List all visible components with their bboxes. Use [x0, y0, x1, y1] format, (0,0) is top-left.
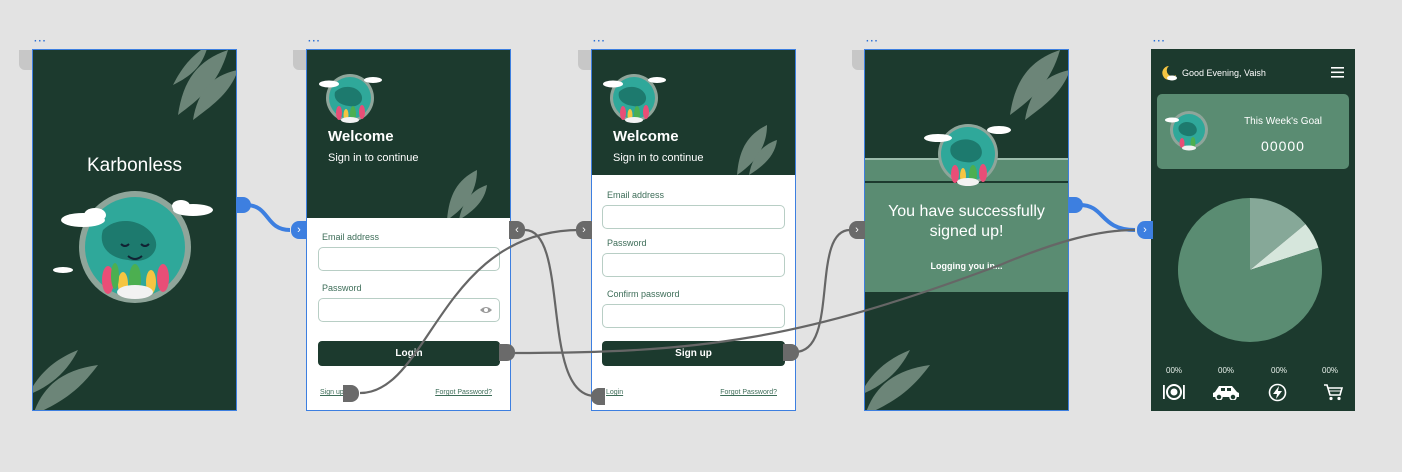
login-link[interactable]: Login: [606, 389, 623, 396]
connection-handle[interactable]: [1069, 197, 1083, 213]
food-icon[interactable]: [1162, 383, 1186, 401]
frame-tab: [578, 50, 592, 70]
energy-icon[interactable]: [1268, 383, 1287, 402]
confirm-password-field[interactable]: [602, 304, 785, 328]
connection-arrow[interactable]: ›: [291, 221, 307, 239]
connection-handle[interactable]: [783, 344, 799, 361]
welcome-subtitle: Sign in to continue: [613, 152, 704, 164]
moon-icon: [1162, 66, 1177, 81]
frame-handle[interactable]: ···: [1153, 37, 1166, 47]
leaf-decoration-icon: [33, 350, 98, 410]
frame-tab: [19, 50, 33, 70]
login-button[interactable]: Login: [318, 341, 500, 366]
leaf-decoration-icon: [865, 350, 930, 410]
connection-arrow[interactable]: ‹: [509, 221, 525, 239]
connection-handle[interactable]: [237, 197, 251, 213]
success-message: You have successfully signed up!: [888, 203, 1045, 240]
email-label: Email address: [322, 232, 380, 242]
connection-arrow[interactable]: ›: [849, 221, 865, 239]
welcome-title: Welcome: [613, 128, 679, 145]
signup-screen[interactable]: Welcome Sign in to continue Email addres…: [591, 49, 796, 411]
login-screen[interactable]: Welcome Sign in to continue Email addres…: [306, 49, 511, 411]
password-label: Password: [322, 283, 362, 293]
leaf-decoration-icon: [173, 50, 236, 120]
earth-logo-icon: [1165, 111, 1208, 151]
emissions-pie-chart: [1178, 198, 1322, 342]
connection-handle[interactable]: [499, 344, 515, 361]
category-percent-shopping: 00%: [1322, 366, 1339, 375]
earth-logo-icon: [924, 124, 1011, 186]
welcome-subtitle: Sign in to continue: [328, 152, 419, 164]
leaf-decoration-icon: [447, 170, 487, 220]
splash-screen[interactable]: Karbonless: [32, 49, 237, 411]
password-field[interactable]: [318, 298, 500, 322]
connection-handle[interactable]: [591, 388, 605, 405]
connection-handle[interactable]: [343, 385, 359, 402]
connection-arrow[interactable]: ›: [1137, 221, 1153, 239]
welcome-title: Welcome: [328, 128, 394, 145]
login-card: Email address Password Login Sign up For…: [307, 218, 510, 410]
greeting-text: Good Evening, Vaish: [1182, 68, 1266, 78]
forgot-password-link[interactable]: Forgot Password?: [435, 389, 492, 396]
goal-value: 00000: [1261, 138, 1305, 154]
category-percent-energy: 00%: [1271, 366, 1288, 375]
car-icon[interactable]: [1212, 384, 1240, 400]
success-screen[interactable]: You have successfully signed up! Logging…: [864, 49, 1069, 411]
earth-logo-icon: [53, 191, 213, 303]
frame-handle[interactable]: ···: [34, 37, 47, 47]
password-field[interactable]: [602, 253, 785, 277]
earth-logo-icon: [603, 74, 666, 123]
frame-handle[interactable]: ···: [593, 37, 606, 47]
signup-card: Email address Password Confirm password …: [592, 175, 795, 410]
email-label: Email address: [607, 190, 665, 200]
dashboard-screen[interactable]: Good Evening, Vaish This Week's Goal 000…: [1151, 49, 1355, 411]
signup-link[interactable]: Sign up: [320, 389, 344, 396]
eye-icon[interactable]: [479, 305, 493, 315]
status-text: Logging you in...: [930, 261, 1003, 271]
cart-icon[interactable]: [1323, 384, 1343, 401]
frame-tab: [293, 50, 307, 70]
forgot-password-link[interactable]: Forgot Password?: [720, 389, 777, 396]
frame-handle[interactable]: ···: [308, 37, 321, 47]
signup-button[interactable]: Sign up: [602, 341, 785, 366]
hamburger-menu-icon[interactable]: [1331, 67, 1344, 78]
frame-handle[interactable]: ···: [866, 37, 879, 47]
earth-logo-icon: [319, 74, 382, 123]
confirm-password-label: Confirm password: [607, 289, 680, 299]
goal-title: This Week's Goal: [1244, 116, 1322, 127]
email-field[interactable]: [602, 205, 785, 229]
leaf-decoration-icon: [1010, 50, 1068, 120]
category-percent-car: 00%: [1218, 366, 1235, 375]
category-percent-food: 00%: [1166, 366, 1183, 375]
password-label: Password: [607, 238, 647, 248]
connection-arrow[interactable]: ›: [576, 221, 592, 239]
weekly-goal-card[interactable]: This Week's Goal 00000: [1157, 94, 1349, 169]
leaf-decoration-icon: [737, 125, 777, 175]
app-name: Karbonless: [86, 155, 183, 176]
email-field[interactable]: [318, 247, 500, 271]
